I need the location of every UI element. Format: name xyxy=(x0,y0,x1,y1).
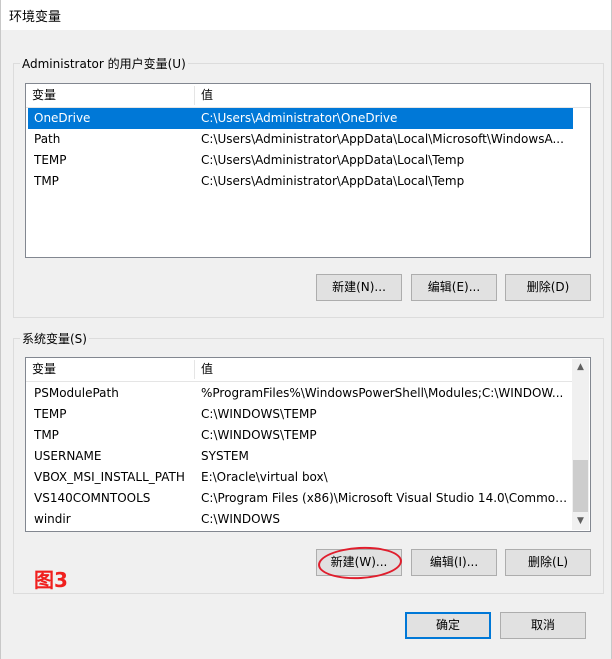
chevron-down-icon[interactable]: ▼ xyxy=(572,513,589,530)
table-row[interactable]: USERNAME SYSTEM xyxy=(28,446,573,467)
ok-button[interactable]: 确定 xyxy=(405,612,491,639)
system-variables-label: 系统变量(S) xyxy=(20,330,89,347)
variable-value: E:\Oracle\virtual box\ xyxy=(201,470,328,484)
variable-name: USERNAME xyxy=(34,449,102,463)
column-header-value[interactable]: 值 xyxy=(195,358,571,381)
environment-variables-dialog: 环境变量 Administrator 的用户变量(U) 变量 值 OneDriv… xyxy=(0,0,612,659)
variable-name: Path xyxy=(34,132,61,146)
column-header-variable[interactable]: 变量 xyxy=(26,358,194,381)
title-bar: 环境变量 xyxy=(1,0,611,30)
user-variables-list[interactable]: 变量 值 OneDrive C:\Users\Administrator\One… xyxy=(25,83,591,258)
variable-name: VS140COMNTOOLS xyxy=(34,491,151,505)
variable-name: OneDrive xyxy=(34,111,91,125)
variable-value: C:\WINDOWS xyxy=(201,512,281,526)
system-edit-button[interactable]: 编辑(I)... xyxy=(411,549,497,576)
variable-value: C:\Users\Administrator\AppData\Local\Mic… xyxy=(201,132,564,146)
table-row[interactable]: windir C:\WINDOWS xyxy=(28,509,573,530)
variable-value: C:\WINDOWS\TEMP xyxy=(201,407,317,421)
variable-value: %ProgramFiles%\WindowsPowerShell\Modules… xyxy=(201,386,564,400)
system-variables-list[interactable]: 变量 值 PSModulePath %ProgramFiles%\Windows… xyxy=(25,357,591,532)
table-row[interactable]: TEMP C:\WINDOWS\TEMP xyxy=(28,404,573,425)
variable-value: C:\WINDOWS\TEMP xyxy=(201,428,317,442)
variable-name: TEMP xyxy=(34,153,67,167)
table-row[interactable]: PSModulePath %ProgramFiles%\WindowsPower… xyxy=(28,383,573,404)
window-title: 环境变量 xyxy=(9,10,62,25)
variable-name: TEMP xyxy=(34,407,67,421)
table-row[interactable]: TMP C:\Users\Administrator\AppData\Local… xyxy=(28,171,573,192)
table-row[interactable]: TEMP C:\Users\Administrator\AppData\Loca… xyxy=(28,150,573,171)
user-edit-button[interactable]: 编辑(E)... xyxy=(411,274,497,301)
variable-name: TMP xyxy=(34,174,59,188)
table-row[interactable]: TMP C:\WINDOWS\TEMP xyxy=(28,425,573,446)
system-delete-button[interactable]: 删除(L) xyxy=(505,549,591,576)
scrollbar-thumb[interactable] xyxy=(573,460,588,512)
chevron-up-icon[interactable]: ▲ xyxy=(572,359,589,376)
list-header: 变量 值 xyxy=(26,84,590,108)
vertical-scrollbar[interactable]: ▲ ▼ xyxy=(572,359,589,530)
table-row[interactable]: Path C:\Users\Administrator\AppData\Loca… xyxy=(28,129,573,150)
table-row[interactable]: OneDrive C:\Users\Administrator\OneDrive xyxy=(28,108,573,129)
cancel-button[interactable]: 取消 xyxy=(500,612,586,639)
variable-name: TMP xyxy=(34,428,59,442)
variable-value: C:\Users\Administrator\OneDrive xyxy=(201,111,398,125)
list-header: 变量 值 xyxy=(26,358,572,382)
variable-name: VBOX_MSI_INSTALL_PATH xyxy=(34,470,185,484)
user-variables-label: Administrator 的用户变量(U) xyxy=(20,55,188,72)
variable-name: windir xyxy=(34,512,71,526)
user-new-button[interactable]: 新建(N)... xyxy=(316,274,402,301)
variable-value: C:\Program Files (x86)\Microsoft Visual … xyxy=(201,491,569,505)
variable-value: C:\Users\Administrator\AppData\Local\Tem… xyxy=(201,174,465,188)
figure-label: 图3 xyxy=(34,568,68,592)
user-delete-button[interactable]: 删除(D) xyxy=(505,274,591,301)
table-row[interactable]: VS140COMNTOOLS C:\Program Files (x86)\Mi… xyxy=(28,488,573,509)
variable-value: SYSTEM xyxy=(201,449,249,463)
variable-value: C:\Users\Administrator\AppData\Local\Tem… xyxy=(201,153,465,167)
column-header-variable[interactable]: 变量 xyxy=(26,84,194,107)
variable-name: PSModulePath xyxy=(34,386,119,400)
table-row[interactable]: VBOX_MSI_INSTALL_PATH E:\Oracle\virtual … xyxy=(28,467,573,488)
column-header-value[interactable]: 值 xyxy=(195,84,590,107)
